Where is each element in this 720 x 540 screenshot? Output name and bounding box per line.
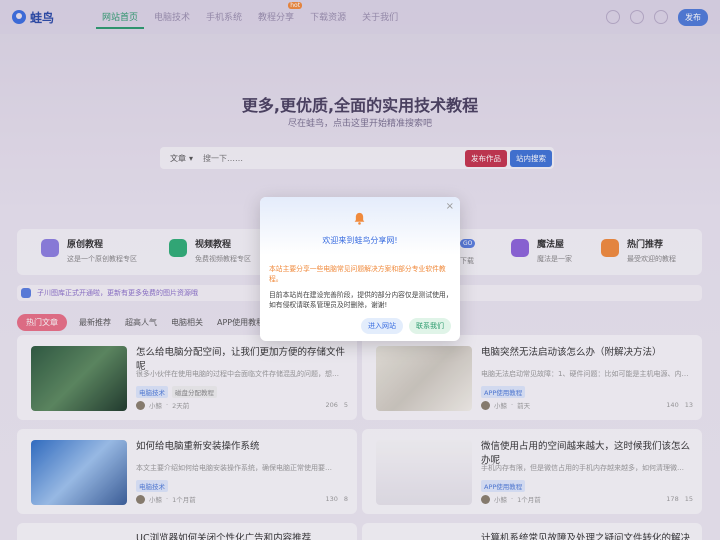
enter-site-button[interactable]: 进入网站	[361, 318, 403, 334]
page: 蛙鸟 网站首页 电脑技术 手机系统 教程分享 hot 下载资源 关于我们 发布 更…	[0, 0, 720, 540]
modal-body: 目前本站尚在建设完善阶段，提供的部分内容仅是测试使用，如有侵权请联系管理员及时删…	[269, 291, 453, 309]
close-icon[interactable]: ×	[446, 201, 454, 212]
modal-warning: 本站主要分享一些电脑常见问题解决方案和部分专业软件教程。	[269, 265, 446, 283]
modal-title: 欢迎来到蛙鸟分享网!	[322, 236, 398, 245]
contact-us-button[interactable]: 联系我们	[409, 318, 451, 334]
modal-actions: 进入网站 联系我们	[361, 318, 451, 334]
bell-icon	[354, 212, 365, 225]
modal-header	[260, 197, 460, 255]
welcome-modal: × 欢迎来到蛙鸟分享网! 本站主要分享一些电脑常见问题解决方案和部分专业软件教程…	[260, 197, 460, 341]
